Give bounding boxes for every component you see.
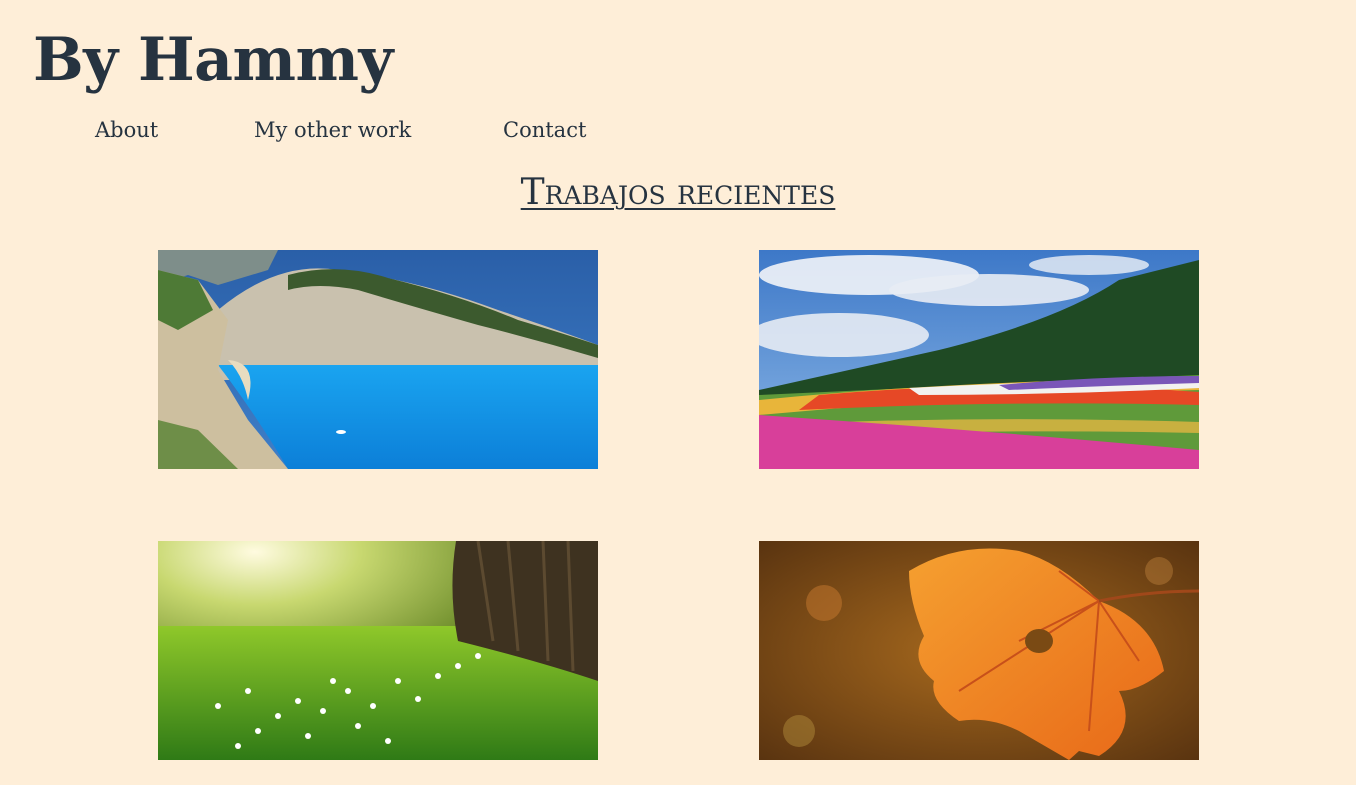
gallery-item-beach[interactable] (158, 250, 598, 469)
cliff-beach-photo (158, 250, 598, 469)
nav-about-link[interactable]: About (95, 118, 158, 142)
meadow-tree-photo (158, 541, 598, 760)
site-title: By Hammy (33, 25, 393, 95)
gallery-item-leaf[interactable] (759, 541, 1199, 760)
nav-other-work-link[interactable]: My other work (254, 118, 411, 142)
nav-contact-link[interactable]: Contact (503, 118, 586, 142)
gallery-item-meadow[interactable] (158, 541, 598, 760)
flower-field-photo (759, 250, 1199, 469)
autumn-leaf-photo (759, 541, 1199, 760)
section-title: Trabajos recientes (520, 172, 836, 213)
gallery-item-flowers[interactable] (759, 250, 1199, 469)
